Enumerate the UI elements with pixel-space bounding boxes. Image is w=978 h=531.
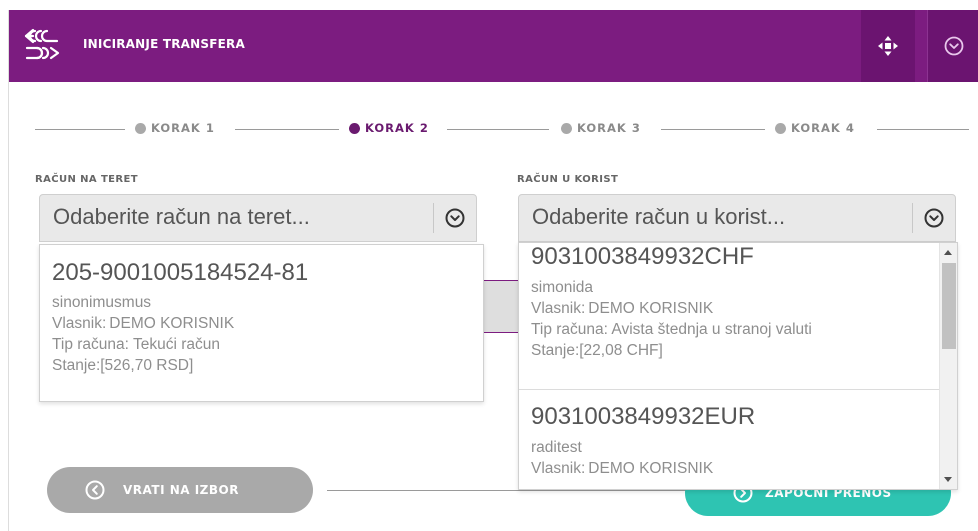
scroll-down-icon[interactable] (944, 477, 952, 482)
step-1: KORAK 1 (135, 121, 215, 135)
scroll-up-icon[interactable] (944, 250, 952, 255)
step-dot (135, 122, 146, 134)
move-arrows-icon (878, 36, 898, 56)
account-owner: Vlasnik: DEMO KORISNIK (52, 315, 235, 332)
chevron-circle-down-icon (944, 36, 964, 56)
account-alias: raditest (531, 439, 582, 456)
account-balance: Stanje:[22,08 CHF] (531, 342, 663, 359)
chevron-circle-down-icon (445, 208, 465, 228)
step-dot (561, 122, 572, 134)
back-button-label: VRATI NA IZBOR (123, 483, 239, 497)
chevron-circle-left-icon (85, 480, 105, 500)
back-to-selection-button[interactable]: VRATI NA IZBOR (47, 467, 313, 513)
account-type: Tip računa: Avista štednja u stranoj val… (531, 321, 812, 338)
step-indicator: KORAK 1 KORAK 2 KORAK 3 KORAK 4 (35, 118, 969, 140)
account-balance: Stanje:[526,70 RSD] (52, 357, 194, 374)
account-alias: sinonimusmus (52, 294, 152, 311)
account-number: 9031003849932CHF (531, 243, 754, 270)
step-dot (349, 122, 360, 134)
transfer-window: INICIRANJE TRANSFERA KORAK 1 KORAK 2 KOR… (8, 10, 978, 531)
credit-account-dropdown[interactable]: 9031003849932CHF simonida Vlasnik: DEMO K… (518, 242, 958, 490)
window-title: INICIRANJE TRANSFERA (83, 37, 245, 51)
list-item[interactable]: 9031003849932CHF simonida Vlasnik: DEMO K… (531, 243, 812, 361)
account-number: 205-9001005184524-81 (52, 259, 309, 286)
account-number: 9031003849932EUR (531, 403, 756, 430)
move-button[interactable] (861, 10, 915, 82)
collapse-button[interactable] (927, 10, 978, 82)
step-3: KORAK 3 (561, 121, 641, 135)
credit-account-select[interactable]: Odaberite račun u korist... (518, 194, 956, 242)
step-label: KORAK 3 (577, 121, 641, 135)
divider (327, 490, 687, 491)
debit-select-placeholder: Odaberite račun na teret... (53, 204, 310, 229)
step-label: KORAK 1 (151, 121, 215, 135)
transfer-logo-icon (24, 28, 60, 60)
account-alias: simonida (531, 279, 594, 296)
credit-select-placeholder: Odaberite račun u korist... (532, 204, 786, 229)
debit-account-card[interactable]: 205-9001005184524-81 sinonimusmus Vlasni… (39, 244, 484, 402)
step-dot (775, 122, 786, 134)
list-item[interactable]: 9031003849932EUR raditest Vlasnik: DEMO K… (531, 403, 755, 479)
account-owner: Vlasnik: DEMO KORISNIK (531, 300, 714, 317)
debit-account-select[interactable]: Odaberite račun na teret... (39, 194, 477, 242)
account-type: Tip računa: Tekući račun (52, 336, 221, 353)
account-owner: Vlasnik: DEMO KORISNIK (531, 460, 714, 477)
scroll-thumb[interactable] (942, 263, 956, 349)
chevron-circle-down-icon (924, 208, 944, 228)
dropdown-scrollbar[interactable] (939, 243, 957, 489)
step-label: KORAK 2 (365, 121, 429, 135)
window-header: INICIRANJE TRANSFERA (9, 10, 978, 82)
step-4: KORAK 4 (775, 121, 855, 135)
debit-section-label: RAČUN NA TERET (35, 174, 138, 185)
background-panel (479, 280, 519, 332)
step-2: KORAK 2 (349, 121, 429, 135)
step-label: KORAK 4 (791, 121, 855, 135)
credit-section-label: RAČUN U KORIST (517, 174, 619, 185)
